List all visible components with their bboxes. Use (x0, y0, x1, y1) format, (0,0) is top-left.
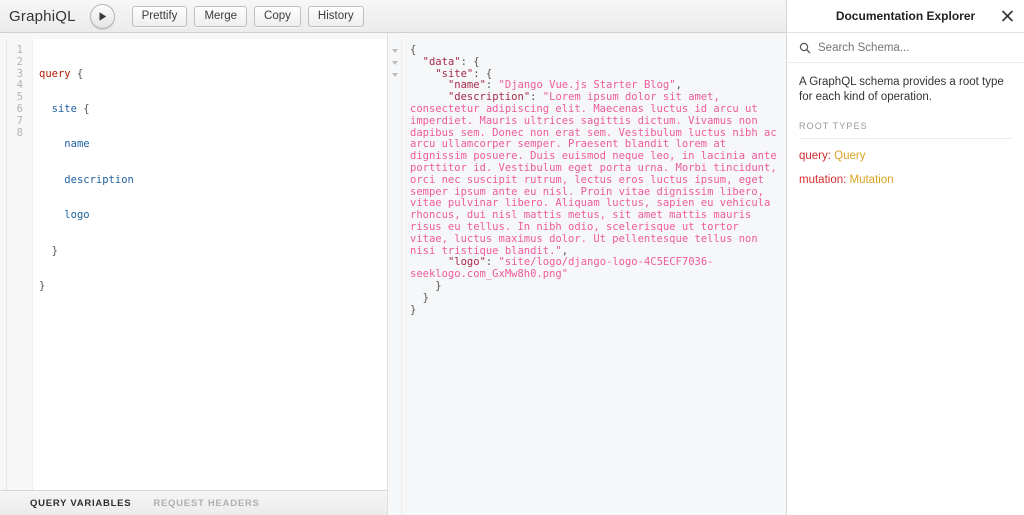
root-type-link-mutation[interactable]: Mutation (850, 174, 894, 186)
line-number: 7 (16, 114, 23, 127)
history-button[interactable]: History (307, 5, 364, 27)
json-key-site: site (441, 67, 467, 80)
query-keyword: query (39, 67, 71, 80)
result-json: { "data": { "site": { "name": "Django Vu… (410, 44, 783, 316)
root-type-mutation: mutation: Mutation (799, 174, 1012, 186)
docs-search-row[interactable] (787, 33, 1024, 63)
code-line: logo (39, 209, 387, 222)
json-key-logo: logo (454, 256, 480, 269)
result-fold-arrow[interactable] (388, 57, 401, 69)
field-name: name (64, 138, 90, 151)
toolbar-buttons: Prettify Merge Copy History (131, 5, 364, 27)
close-icon[interactable] (1001, 10, 1014, 23)
close-x-icon (1001, 10, 1014, 22)
search-schema-input[interactable] (818, 41, 1012, 54)
graphiql-app: GraphiQL Prettify Merge Copy History 1 2… (0, 0, 1024, 515)
docs-body: A GraphQL schema provides a root type fo… (787, 63, 1024, 198)
query-pane: 1 2 3 4 5 6 7 8 query { site { name desc… (0, 33, 388, 515)
field-site: site (51, 102, 77, 115)
code-punct: } (51, 244, 58, 257)
field-description: description (64, 173, 134, 186)
schema-description: A GraphQL schema provides a root type fo… (799, 76, 1004, 103)
root-types-heading: ROOT TYPES (799, 121, 868, 131)
code-punct: { (76, 102, 90, 115)
docs-header: Documentation Explorer (787, 0, 1024, 33)
field-logo: logo (64, 209, 90, 222)
json-value-name: Django Vue.js Starter Blog (504, 79, 670, 92)
json-key-name: name (454, 79, 480, 92)
result-fold-arrow[interactable] (388, 45, 401, 57)
result-gutter (388, 39, 402, 515)
merge-button[interactable]: Merge (194, 5, 248, 27)
play-icon (99, 11, 106, 21)
editor-area: 1 2 3 4 5 6 7 8 query { site { name desc… (0, 33, 786, 515)
root-type-query: query: Query (799, 150, 1012, 162)
tab-query-variables[interactable]: QUERY VARIABLES (30, 498, 131, 509)
result-pane: { "data": { "site": { "name": "Django Vu… (388, 33, 786, 515)
fold-arrow-icon (392, 60, 398, 65)
copy-button[interactable]: Copy (254, 5, 301, 27)
tab-request-headers[interactable]: REQUEST HEADERS (153, 498, 259, 509)
query-editor[interactable]: 1 2 3 4 5 6 7 8 query { site { name desc… (6, 39, 387, 490)
line-number: 2 (16, 55, 23, 68)
fold-arrow-icon (392, 49, 398, 53)
root-field-query: query: (799, 150, 831, 162)
query-line-numbers: 1 2 3 4 5 6 7 8 (7, 39, 33, 490)
query-code[interactable]: query { site { name description logo } } (33, 39, 387, 490)
line-number: 6 (16, 102, 23, 115)
code-punct: } (39, 279, 46, 292)
documentation-explorer: Documentation Explorer A GraphQL schema … (786, 0, 1024, 515)
json-value-description: Lorem ipsum dolor sit amet, consectetur … (410, 91, 783, 257)
code-line: query { (39, 67, 387, 81)
graphiql-logo: GraphiQL (9, 7, 76, 25)
json-key-data: data (428, 55, 455, 68)
execute-query-button[interactable] (89, 3, 115, 29)
result-fold-arrow[interactable] (388, 69, 401, 81)
prettify-button[interactable]: Prettify (131, 5, 188, 27)
code-line: site { (39, 102, 387, 116)
code-line: name (39, 138, 387, 151)
docs-title: Documentation Explorer (835, 9, 976, 23)
line-number: 8 (16, 126, 23, 139)
toolbar: GraphiQL Prettify Merge Copy History (0, 0, 786, 33)
code-punct: { (70, 67, 84, 80)
divider (799, 138, 1012, 139)
code-line: } (39, 279, 387, 293)
root-type-link-query[interactable]: Query (834, 150, 865, 162)
query-variables-bar: QUERY VARIABLES REQUEST HEADERS (0, 490, 387, 515)
code-line: } (39, 244, 387, 258)
fold-arrow-icon (392, 72, 398, 77)
search-icon (799, 42, 811, 53)
root-field-mutation: mutation: (799, 174, 847, 186)
code-line: description (39, 173, 387, 187)
graphiql-main: GraphiQL Prettify Merge Copy History 1 2… (0, 0, 786, 515)
json-key-description: description (454, 91, 524, 104)
